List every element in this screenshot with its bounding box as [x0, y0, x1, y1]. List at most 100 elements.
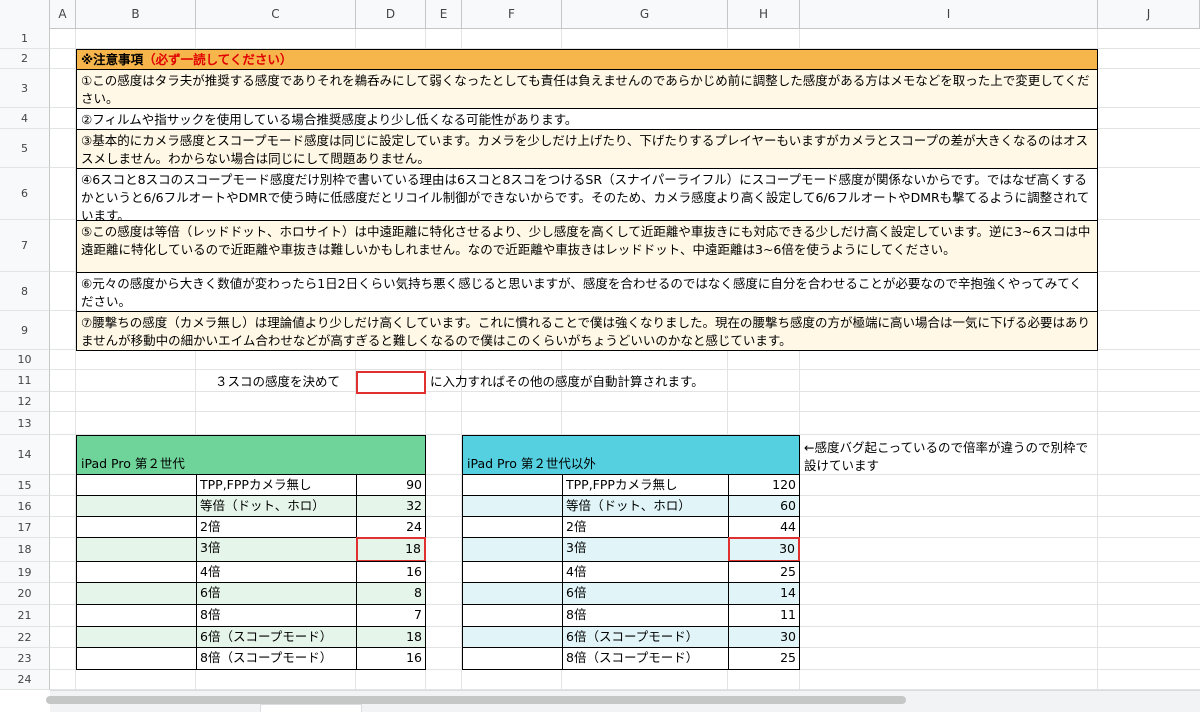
table-label-cell[interactable]: TPP,FPPカメラ無し: [562, 474, 729, 496]
row-header-19[interactable]: 19: [0, 562, 50, 583]
table-blank-cell[interactable]: [462, 516, 563, 538]
table-blank-cell[interactable]: [462, 537, 563, 562]
table-value-cell[interactable]: 44: [728, 516, 800, 538]
table-label-cell[interactable]: 等倍（ドット、ホロ）: [562, 495, 729, 517]
row-header-7[interactable]: 7: [0, 220, 50, 272]
table-blank-cell[interactable]: [462, 626, 563, 648]
table-label-cell[interactable]: 2倍: [562, 516, 729, 538]
column-header-i[interactable]: I: [800, 0, 1098, 28]
row-header-17[interactable]: 17: [0, 517, 50, 538]
table-right-header[interactable]: iPad Pro 第２世代以外: [462, 435, 800, 475]
table-value-cell[interactable]: 90: [356, 474, 426, 496]
row-header-12[interactable]: 12: [0, 392, 50, 412]
row-header-23[interactable]: 23: [0, 648, 50, 670]
note-6[interactable]: ⑥元々の感度から大きく数値が変わったら1日2日くらい気持ち悪く感じると思いますが…: [76, 272, 1098, 312]
column-header-d[interactable]: D: [356, 0, 426, 28]
table-label-cell[interactable]: 6倍（スコープモード）: [196, 626, 357, 648]
table-blank-cell[interactable]: [462, 582, 563, 605]
table-left-header[interactable]: iPad Pro 第２世代: [76, 435, 426, 475]
input-cell-highlight[interactable]: [356, 371, 426, 394]
row-header-10[interactable]: 10: [0, 350, 50, 370]
note-7[interactable]: ⑦腰撃ちの感度（カメラ無し）は理論値より少しだけ高くしています。これに慣れること…: [76, 311, 1098, 351]
table-value-cell[interactable]: 32: [356, 495, 426, 517]
table-value-cell[interactable]: 24: [356, 516, 426, 538]
table-blank-cell[interactable]: [462, 561, 563, 583]
table-label-cell[interactable]: 6倍: [196, 582, 357, 605]
table-value-cell[interactable]: 18: [356, 626, 426, 648]
table-value-cell[interactable]: 25: [728, 647, 800, 670]
column-header-g[interactable]: G: [562, 0, 728, 28]
table-label-cell[interactable]: 4倍: [562, 561, 729, 583]
table-label-cell[interactable]: 等倍（ドット、ホロ）: [196, 495, 357, 517]
row-header-18[interactable]: 18: [0, 538, 50, 562]
row-header-14[interactable]: 14: [0, 435, 50, 475]
table-value-cell[interactable]: 8: [356, 582, 426, 605]
spreadsheet[interactable]: A B C D E F G H I J 1 2 3 4 5 6 7 8 9 10 11 12 13 14 1…: [0, 0, 1200, 712]
table-blank-cell[interactable]: [462, 604, 563, 627]
note-1[interactable]: ①この感度はタラ夫が推奨する感度でありそれを鵜呑みにして弱くなったとしても責任は…: [76, 69, 1098, 109]
sheet-tab[interactable]: [260, 704, 362, 712]
row-header-24[interactable]: 24: [0, 670, 50, 690]
row-header-5[interactable]: 5: [0, 129, 50, 168]
row-header-8[interactable]: 8: [0, 272, 50, 311]
note-5[interactable]: ⑤この感度は等倍（レッドドット、ホロサイト）は中遠距離に特化させるより、少し感度…: [76, 220, 1098, 273]
horizontal-scrollbar-thumb[interactable]: [46, 696, 906, 704]
row-header-2[interactable]: 2: [0, 49, 50, 69]
table-label-cell[interactable]: TPP,FPPカメラ無し: [196, 474, 357, 496]
table-label-cell[interactable]: 3倍: [562, 537, 729, 562]
table-blank-cell[interactable]: [76, 647, 197, 670]
table-blank-cell[interactable]: [462, 647, 563, 670]
table-value-cell[interactable]: 16: [356, 647, 426, 670]
row-header-15[interactable]: 15: [0, 475, 50, 496]
table-label-cell[interactable]: 4倍: [196, 561, 357, 583]
notes-title[interactable]: ※注意事項（必ず一読してください）: [76, 49, 1098, 70]
row-header-11[interactable]: 11: [0, 370, 50, 392]
select-all-corner[interactable]: [0, 0, 50, 28]
table-value-cell[interactable]: 30: [728, 626, 800, 648]
note-4[interactable]: ④6スコと8スコのスコープモード感度だけ別枠で書いている理由は6スコと8スコをつ…: [76, 168, 1098, 221]
table-value-cell[interactable]: 16: [356, 561, 426, 583]
table-value-cell[interactable]: 60: [728, 495, 800, 517]
table-label-cell[interactable]: 8倍: [562, 604, 729, 627]
row-header-4[interactable]: 4: [0, 108, 50, 129]
row-header-9[interactable]: 9: [0, 311, 50, 350]
table-label-cell[interactable]: 8倍: [196, 604, 357, 627]
table-blank-cell[interactable]: [76, 474, 197, 496]
table-blank-cell[interactable]: [76, 604, 197, 627]
column-header-b[interactable]: B: [76, 0, 196, 28]
table-label-cell[interactable]: 2倍: [196, 516, 357, 538]
table-value-cell[interactable]: 7: [356, 604, 426, 627]
table-blank-cell[interactable]: [76, 582, 197, 605]
column-header-e[interactable]: E: [426, 0, 462, 28]
row-header-1[interactable]: 1: [0, 28, 50, 49]
note-3[interactable]: ③基本的にカメラ感度とスコープモード感度は同じに設定しています。カメラを少しだけ…: [76, 129, 1098, 169]
table-value-cell[interactable]: 18: [356, 537, 426, 562]
row-header-16[interactable]: 16: [0, 496, 50, 517]
table-blank-cell[interactable]: [76, 495, 197, 517]
row-header-6[interactable]: 6: [0, 168, 50, 220]
table-blank-cell[interactable]: [76, 537, 197, 562]
table-label-cell[interactable]: 6倍（スコープモード）: [562, 626, 729, 648]
table-blank-cell[interactable]: [462, 474, 563, 496]
table-value-cell[interactable]: 25: [728, 561, 800, 583]
table-label-cell[interactable]: 8倍（スコープモード）: [562, 647, 729, 670]
note-2[interactable]: ②フィルムや指サックを使用している場合推奨感度より少し低くなる可能性があります。: [76, 108, 1098, 130]
row-header-13[interactable]: 13: [0, 412, 50, 435]
row-header-3[interactable]: 3: [0, 69, 50, 108]
table-value-cell[interactable]: 120: [728, 474, 800, 496]
column-header-h[interactable]: H: [728, 0, 800, 28]
table-value-cell[interactable]: 30: [728, 537, 800, 562]
column-header-a[interactable]: A: [50, 0, 76, 28]
column-header-j[interactable]: J: [1098, 0, 1200, 28]
table-label-cell[interactable]: 3倍: [196, 537, 357, 562]
table-blank-cell[interactable]: [462, 495, 563, 517]
row-header-22[interactable]: 22: [0, 627, 50, 648]
column-header-c[interactable]: C: [196, 0, 356, 28]
column-header-f[interactable]: F: [462, 0, 562, 28]
table-label-cell[interactable]: 6倍: [562, 582, 729, 605]
table-value-cell[interactable]: 11: [728, 604, 800, 627]
row-header-20[interactable]: 20: [0, 583, 50, 605]
table-value-cell[interactable]: 14: [728, 582, 800, 605]
table-blank-cell[interactable]: [76, 516, 197, 538]
table-label-cell[interactable]: 8倍（スコープモード）: [196, 647, 357, 670]
